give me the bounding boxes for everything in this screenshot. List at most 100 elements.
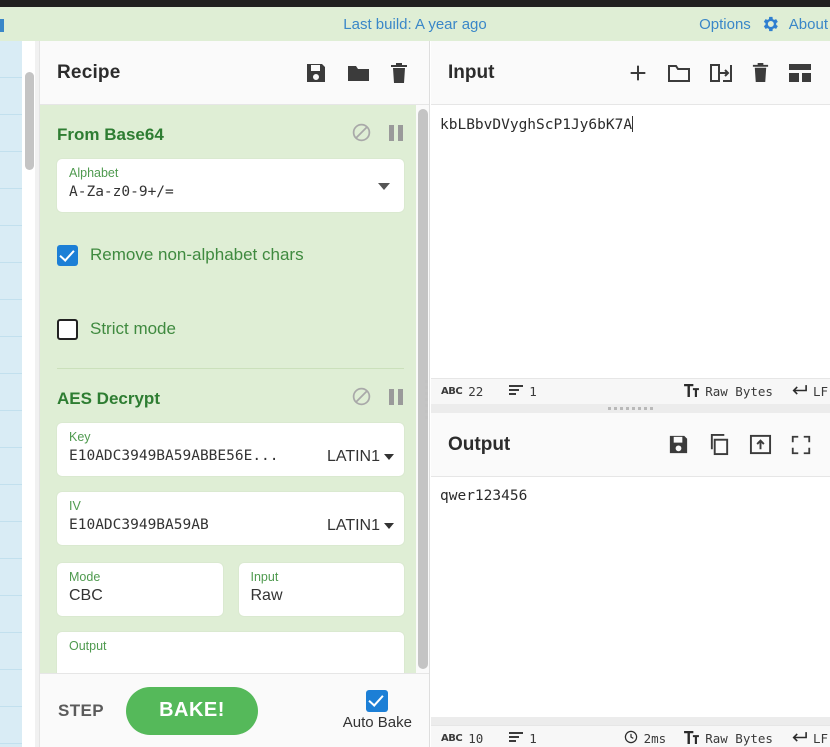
- list-item[interactable]: [0, 707, 22, 744]
- iv-encoding-select[interactable]: LATIN1: [327, 517, 394, 535]
- input-textarea[interactable]: kbLBbvDVyghScP1Jy6bK7A: [431, 105, 830, 133]
- disable-icon[interactable]: [351, 386, 372, 412]
- list-item[interactable]: [0, 152, 22, 189]
- mode-select[interactable]: Mode CBC: [57, 563, 223, 616]
- auto-bake-toggle[interactable]: Auto Bake: [343, 690, 412, 731]
- chevron-down-icon: [384, 453, 394, 460]
- about-link[interactable]: About: [789, 16, 828, 33]
- recipe-io-splitter[interactable]: [423, 380, 430, 419]
- input-type-label: Input: [250, 570, 279, 584]
- operation-controls: [351, 386, 404, 412]
- list-item[interactable]: [0, 115, 22, 152]
- list-item[interactable]: [0, 670, 22, 707]
- output-lines: 1: [509, 731, 537, 746]
- key-field[interactable]: Key E10ADC3949BA59ABBE56E... LATIN1: [57, 423, 404, 476]
- input-encoding[interactable]: Raw Bytes: [684, 383, 773, 400]
- trash-icon[interactable]: [751, 61, 770, 84]
- list-item[interactable]: [0, 448, 22, 485]
- input-encoding-value: Raw Bytes: [705, 384, 773, 399]
- output-bake-time-value: 2ms: [643, 731, 667, 746]
- output-textarea[interactable]: qwer123456: [431, 477, 527, 504]
- mode-value: CBC: [69, 587, 103, 604]
- input-title: Input: [448, 61, 495, 83]
- page-title: Recipe: [57, 61, 121, 83]
- banner-right-links: Options About: [699, 7, 830, 41]
- remove-non-alphabet-chars-checkbox[interactable]: [57, 244, 78, 266]
- operations-scrollbar-thumb[interactable]: [25, 72, 34, 170]
- operations-list[interactable]: [0, 41, 22, 747]
- list-item[interactable]: [0, 226, 22, 263]
- gear-icon[interactable]: [760, 14, 780, 34]
- add-tab-icon[interactable]: [627, 62, 649, 84]
- save-icon[interactable]: [304, 61, 328, 85]
- disable-icon[interactable]: [351, 122, 372, 148]
- key-encoding-select[interactable]: LATIN1: [327, 448, 394, 466]
- input-status-right: Raw Bytes LF: [684, 383, 830, 400]
- recipe-operation-from-base64[interactable]: From Base64 Alphabet A-Za-z0-9+/= Remove…: [40, 105, 429, 369]
- step-button[interactable]: STEP: [58, 701, 104, 721]
- operation-title: From Base64: [57, 125, 164, 144]
- input-type-select[interactable]: Input Raw: [238, 563, 404, 616]
- trash-icon[interactable]: [389, 61, 409, 85]
- folder-icon[interactable]: [667, 62, 691, 84]
- list-item[interactable]: [0, 263, 22, 300]
- iv-value: E10ADC3949BA59AB: [69, 517, 209, 533]
- input-value: kbLBbvDVyghScP1Jy6bK7A: [440, 117, 633, 133]
- recipe-pane: Recipe From Base64 Alphabet A-Za-z0-9+/=…: [40, 41, 430, 747]
- list-item[interactable]: [0, 522, 22, 559]
- open-in-tab-icon[interactable]: [749, 433, 772, 456]
- output-eol[interactable]: LF: [791, 731, 828, 747]
- output-toolbar: [667, 433, 812, 456]
- recipe-operation-aes-decrypt[interactable]: AES Decrypt Key E10ADC3949BA59ABBE56E...…: [40, 369, 429, 685]
- strict-mode-checkbox[interactable]: [57, 318, 78, 340]
- auto-bake-checkbox[interactable]: [366, 690, 389, 712]
- text-cursor: [632, 116, 634, 132]
- list-item[interactable]: [0, 485, 22, 522]
- strict-mode-row[interactable]: Strict mode: [57, 306, 404, 352]
- auto-bake-label: Auto Bake: [342, 714, 412, 731]
- iv-label: IV: [69, 499, 81, 513]
- remove-non-alphabet-chars-row[interactable]: Remove non-alphabet chars: [57, 232, 404, 278]
- list-item[interactable]: [0, 633, 22, 670]
- input-eol[interactable]: LF: [791, 384, 828, 400]
- alphabet-select[interactable]: Alphabet A-Za-z0-9+/=: [57, 159, 404, 212]
- fullscreen-icon[interactable]: [790, 434, 812, 456]
- remove-non-alphabet-chars-label: Remove non-alphabet chars: [90, 245, 304, 264]
- abc-icon: ABC: [441, 733, 463, 744]
- save-icon[interactable]: [667, 433, 690, 456]
- output-type-label: Output: [69, 639, 107, 653]
- input-length-value: 22: [468, 384, 484, 399]
- output-length-value: 10: [468, 731, 484, 746]
- list-item[interactable]: [0, 337, 22, 374]
- pause-icon[interactable]: [388, 123, 404, 148]
- pause-icon[interactable]: [388, 387, 404, 412]
- output-title-bar: Output: [431, 413, 830, 477]
- tabs-layout-icon[interactable]: [788, 63, 812, 83]
- bake-button[interactable]: BAKE!: [126, 686, 259, 735]
- iv-encoding-label: LATIN1: [326, 516, 380, 534]
- list-item[interactable]: [0, 411, 22, 448]
- iv-field[interactable]: IV E10ADC3949BA59AB LATIN1: [57, 492, 404, 545]
- output-eol-value: LF: [812, 731, 828, 746]
- input-output-splitter[interactable]: [431, 404, 830, 413]
- list-item[interactable]: [0, 559, 22, 596]
- mode-label: Mode: [69, 570, 101, 584]
- copy-icon[interactable]: [708, 433, 731, 456]
- operation-header: From Base64: [57, 105, 404, 157]
- list-item[interactable]: [0, 300, 22, 337]
- list-item[interactable]: [0, 41, 22, 78]
- output-bottom-splitter[interactable]: [431, 717, 830, 725]
- list-item[interactable]: [0, 374, 22, 411]
- font-icon: [684, 730, 700, 747]
- input-eol-value: LF: [812, 384, 828, 399]
- import-folder-icon[interactable]: [709, 62, 733, 84]
- list-item[interactable]: [0, 189, 22, 226]
- folder-icon[interactable]: [346, 61, 371, 85]
- list-item[interactable]: [0, 78, 22, 115]
- output-encoding[interactable]: Raw Bytes: [684, 730, 773, 747]
- lines-icon: [509, 384, 524, 399]
- list-item[interactable]: [0, 596, 22, 633]
- options-link[interactable]: Options: [699, 16, 751, 33]
- output-status-right: 2ms Raw Bytes LF: [624, 730, 830, 747]
- chevron-down-icon[interactable]: [378, 183, 390, 190]
